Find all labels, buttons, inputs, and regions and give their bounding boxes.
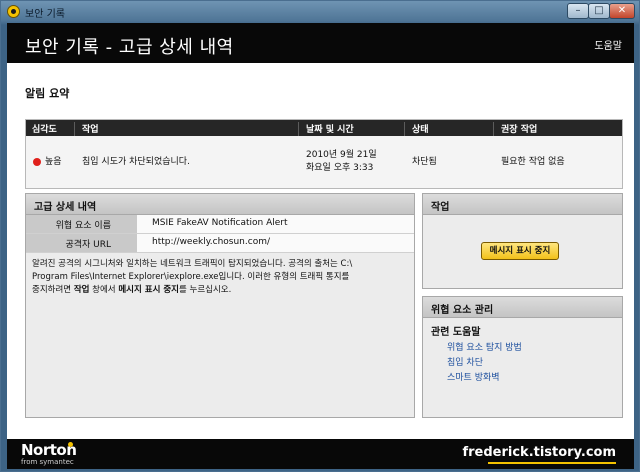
threat-name-label: 위협 요소 이름 <box>55 221 111 231</box>
datetime-time: 화요일 오후 3:33 <box>306 163 374 173</box>
attacker-url-value: http://weekly.chosun.com/ <box>152 237 270 247</box>
detail-description: 알려진 공격의 시그니처와 일치하는 네트워크 트래픽이 탐지되었습니다. 공격… <box>32 259 353 295</box>
symantec-tagline: from symantec <box>21 458 74 466</box>
actions-panel: 작업 메시지 표시 중지 <box>422 193 623 289</box>
norton-checkmark-icon <box>68 442 73 447</box>
watermark: frederick.tistory.com <box>462 445 616 460</box>
main-content: 알림 요약 심각도 작업 날짜 및 시간 상태 권장 작업 높음 침입 시도가 … <box>7 63 634 439</box>
help-link-firewall[interactable]: 스마트 방화벽 <box>447 370 500 383</box>
alert-row[interactable]: 높음 침입 시도가 차단되었습니다. 2010년 9월 21일 화요일 오후 3… <box>26 136 622 188</box>
help-link[interactable]: 도움말 <box>594 37 622 52</box>
minimize-button[interactable]: – <box>567 3 589 19</box>
title-bar[interactable]: 보안 기록 – □ ✕ <box>1 1 639 23</box>
column-header-datetime: 날짜 및 시간 <box>306 125 354 135</box>
advanced-details-header: 고급 상세 내역 <box>26 194 414 215</box>
status-value: 차단됨 <box>412 157 437 167</box>
detail-row-threat: 위협 요소 이름 MSIE FakeAV Notification Alert <box>26 215 414 234</box>
norton-app-icon <box>7 5 20 18</box>
severity-high-icon <box>33 158 41 166</box>
actions-header: 작업 <box>423 194 622 215</box>
maximize-button[interactable]: □ <box>588 3 610 19</box>
actions-title: 작업 <box>431 202 450 213</box>
related-help-title: 관련 도움말 <box>431 327 481 338</box>
watermark-underline <box>488 462 616 464</box>
page-title: 보안 기록 - 고급 상세 내역 <box>25 37 234 58</box>
stop-notifications-button[interactable]: 메시지 표시 중지 <box>481 242 559 260</box>
alert-summary-title: 알림 요약 <box>25 87 70 100</box>
alert-table: 심각도 작업 날짜 및 시간 상태 권장 작업 높음 침입 시도가 차단되었습니… <box>25 119 623 189</box>
column-header-severity: 심각도 <box>32 125 57 135</box>
footer: Norton from symantec frederick.tistory.c… <box>7 439 634 469</box>
header: 보안 기록 - 고급 상세 내역 도움말 <box>7 23 634 63</box>
help-link-intrusion[interactable]: 침입 차단 <box>447 355 483 368</box>
detail-row-attacker: 공격자 URL http://weekly.chosun.com/ <box>26 234 414 253</box>
column-header-recommended: 권장 작업 <box>501 125 538 135</box>
attacker-url-label: 공격자 URL <box>65 240 111 250</box>
action-value: 침입 시도가 차단되었습니다. <box>82 157 190 167</box>
datetime-date: 2010년 9월 21일 <box>306 150 377 160</box>
recommended-value: 필요한 작업 없음 <box>501 157 565 167</box>
threat-management-header: 위협 요소 관리 <box>423 297 622 318</box>
advanced-details-title: 고급 상세 내역 <box>34 202 97 213</box>
advanced-details-panel: 고급 상세 내역 위협 요소 이름 MSIE FakeAV Notificati… <box>25 193 415 418</box>
severity-value: 높음 <box>45 157 62 167</box>
window-title: 보안 기록 <box>25 9 65 20</box>
column-header-action: 작업 <box>82 125 99 135</box>
threat-management-title: 위협 요소 관리 <box>431 305 494 316</box>
help-link-detection[interactable]: 위협 요소 탐지 방법 <box>447 340 522 353</box>
close-button[interactable]: ✕ <box>609 3 635 19</box>
column-header-status: 상태 <box>412 125 429 135</box>
threat-name-value: MSIE FakeAV Notification Alert <box>152 218 288 228</box>
threat-management-panel: 위협 요소 관리 관련 도움말 위협 요소 탐지 방법 침입 차단 스마트 방화… <box>422 296 623 418</box>
alert-table-header: 심각도 작업 날짜 및 시간 상태 권장 작업 <box>26 120 622 138</box>
window-frame: 보안 기록 – □ ✕ 보안 기록 - 고급 상세 내역 도움말 알림 요약 심… <box>0 0 640 472</box>
